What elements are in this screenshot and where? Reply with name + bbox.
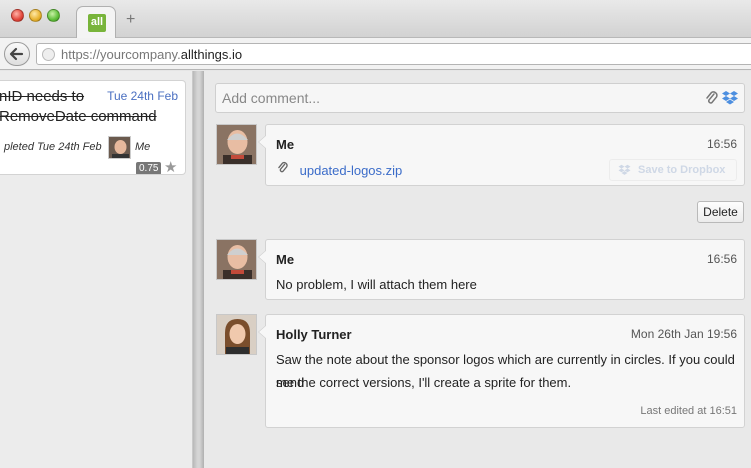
globe-icon (42, 48, 55, 61)
allthings-logo-icon: all (88, 14, 106, 32)
comment-author: Me (276, 252, 295, 267)
star-icon[interactable]: ★ (164, 158, 177, 174)
score-badge: 0.75 (136, 162, 162, 174)
assignee-name: Me (135, 141, 151, 153)
task-completed-text: pleted Tue 24th Feb (4, 141, 102, 153)
attachment-icon[interactable] (705, 90, 719, 107)
save-to-dropbox-button[interactable]: Save to Dropbox (609, 159, 737, 181)
comment-time: 16:56 (706, 252, 737, 266)
task-due-date[interactable]: Tue 24th Feb (103, 89, 178, 103)
new-tab-button[interactable]: + (126, 11, 135, 29)
comment-time: 16:56 (706, 137, 737, 151)
paperclip-icon (278, 161, 288, 173)
comments-panel: Me 16:56 updated-logos.zip Save to Dropb… (204, 71, 751, 468)
browser-tab[interactable]: all (76, 6, 116, 39)
dropbox-icon (618, 164, 631, 175)
comment-author: Holly Turner (276, 327, 352, 342)
comment-box (215, 83, 745, 113)
attachment-link[interactable]: updated-logos.zip (300, 163, 403, 178)
assignee-avatar (108, 136, 131, 159)
avatar (216, 239, 257, 280)
back-arrow-icon (9, 47, 24, 61)
panel-splitter[interactable] (193, 71, 204, 468)
comment-text-line-2: me the correct versions, I'll create a s… (276, 375, 572, 390)
comment-author: Me (276, 137, 295, 152)
url-text: https://yourcompany.allthings.io (61, 47, 243, 62)
browser-toolbar: https://yourcompany.allthings.io (0, 38, 751, 70)
zoom-window-button[interactable] (47, 9, 60, 22)
delete-button[interactable]: Delete (697, 201, 744, 223)
task-list-panel: nID needs to Tue 24th Feb RemoveDate com… (0, 71, 193, 468)
comment-text: No problem, I will attach them here (276, 277, 477, 292)
attachment-row: updated-logos.zip (276, 161, 402, 178)
task-title-line-2: RemoveDate command (0, 108, 157, 125)
comment-card: Me 16:56 updated-logos.zip Save to Dropb… (258, 124, 745, 186)
task-card[interactable]: nID needs to Tue 24th Feb RemoveDate com… (0, 80, 186, 175)
save-to-dropbox-label: Save to Dropbox (638, 164, 726, 176)
comment-time: Mon 26th Jan 19:56 (630, 327, 737, 341)
comment-input[interactable] (222, 89, 692, 107)
comment-card: Me 16:56 No problem, I will attach them … (258, 239, 745, 300)
back-button[interactable] (4, 42, 30, 66)
minimize-window-button[interactable] (29, 9, 42, 22)
close-window-button[interactable] (11, 9, 24, 22)
avatar (216, 124, 257, 165)
avatar (216, 314, 257, 355)
dropbox-icon[interactable] (722, 90, 738, 106)
last-edited-text: Last edited at 16:51 (640, 405, 737, 417)
browser-titlebar: all + (0, 0, 751, 39)
comment-card: Holly Turner Mon 26th Jan 19:56 Saw the … (258, 314, 745, 428)
address-bar[interactable]: https://yourcompany.allthings.io (36, 43, 751, 65)
